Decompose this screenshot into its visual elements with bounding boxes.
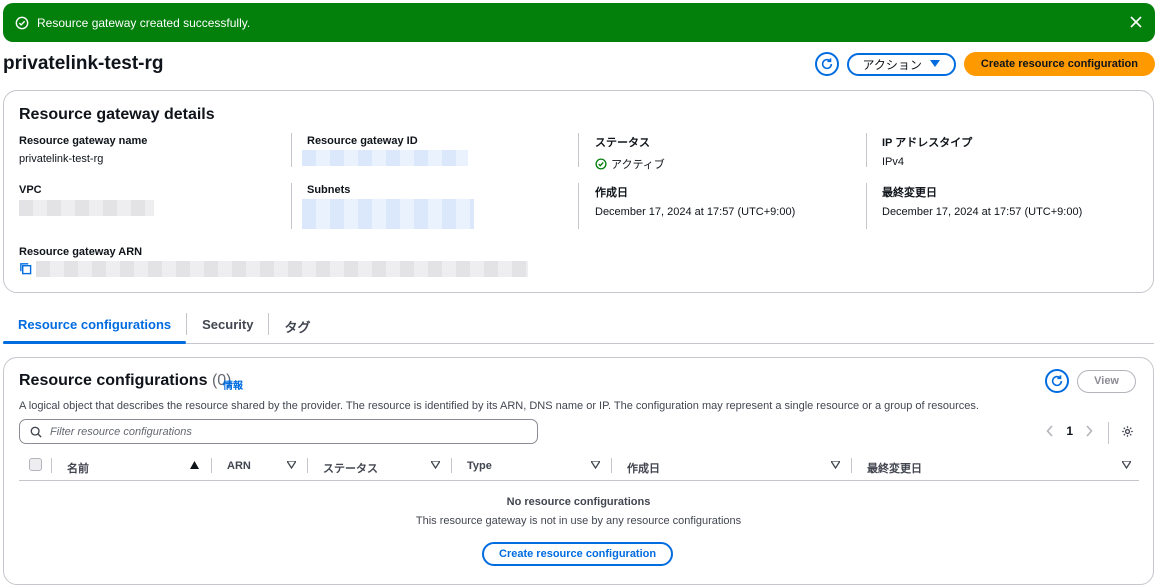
divider bbox=[866, 183, 867, 229]
col-divider bbox=[451, 458, 452, 473]
column-header-name[interactable]: 名前 bbox=[67, 460, 89, 476]
gateway-name-label: Resource gateway name bbox=[19, 135, 148, 147]
column-header-modified[interactable]: 最終変更日 bbox=[867, 460, 922, 476]
redacted-subnets bbox=[302, 199, 474, 229]
gateway-name-value: privatelink-test-rg bbox=[19, 153, 104, 165]
divider bbox=[578, 183, 579, 229]
rc-description: A logical object that describes the reso… bbox=[19, 400, 979, 412]
ip-type-value: IPv4 bbox=[882, 156, 905, 168]
view-button[interactable]: View bbox=[1077, 369, 1136, 393]
tab-resource-configurations[interactable]: Resource configurations bbox=[3, 309, 187, 344]
redacted-arn bbox=[36, 261, 528, 277]
header-actions: アクション Create resource configuration bbox=[814, 52, 1155, 76]
modified-field: 最終変更日 December 17, 2024 at 17:57 (UTC+9:… bbox=[882, 184, 1082, 218]
select-all-checkbox[interactable] bbox=[29, 458, 42, 471]
subnets-label: Subnets bbox=[307, 184, 351, 196]
col-divider bbox=[51, 458, 52, 473]
divider bbox=[866, 133, 867, 167]
sort-down-icon[interactable] bbox=[591, 461, 600, 469]
rc-refresh-button[interactable] bbox=[1045, 369, 1070, 393]
success-check-icon bbox=[595, 158, 607, 170]
column-header-type[interactable]: Type bbox=[467, 460, 492, 472]
col-divider bbox=[307, 458, 308, 473]
empty-create-button[interactable]: Create resource configuration bbox=[482, 542, 674, 566]
success-flashbar: Resource gateway created successfully. bbox=[3, 3, 1155, 42]
chevron-right-icon[interactable] bbox=[1085, 425, 1093, 437]
status-label: ステータス bbox=[595, 137, 650, 149]
tab-tags[interactable]: タグ bbox=[269, 309, 325, 343]
rc-actions: View bbox=[1045, 369, 1136, 393]
sort-down-icon[interactable] bbox=[1122, 461, 1131, 469]
redacted-gateway-id bbox=[302, 150, 468, 166]
empty-state-title: No resource configurations bbox=[506, 496, 651, 508]
sort-down-icon[interactable] bbox=[831, 461, 840, 469]
sort-asc-icon[interactable] bbox=[190, 461, 199, 469]
gateway-id-label: Resource gateway ID bbox=[307, 135, 418, 147]
page-number[interactable]: 1 bbox=[1066, 424, 1073, 438]
column-header-arn[interactable]: ARN bbox=[227, 460, 251, 472]
pagination: 1 bbox=[1046, 424, 1093, 438]
modified-label: 最終変更日 bbox=[882, 187, 937, 199]
created-value: December 17, 2024 at 17:57 (UTC+9:00) bbox=[595, 206, 796, 218]
gateway-name-field: Resource gateway name privatelink-test-r… bbox=[19, 135, 147, 165]
status-value: アクティブ bbox=[595, 156, 665, 172]
col-divider bbox=[611, 458, 612, 473]
sort-down-icon[interactable] bbox=[287, 461, 296, 469]
resource-configurations-panel: Resource configurations (0) 情報 A logical… bbox=[3, 357, 1154, 585]
divider bbox=[578, 133, 579, 167]
actions-label: アクション bbox=[862, 57, 922, 72]
column-header-created[interactable]: 作成日 bbox=[627, 460, 660, 476]
gear-icon[interactable] bbox=[1121, 425, 1134, 438]
details-heading: Resource gateway details bbox=[19, 106, 215, 123]
page-title: privatelink-test-rg bbox=[3, 53, 164, 74]
sort-down-icon[interactable] bbox=[431, 461, 440, 469]
divider bbox=[291, 183, 292, 229]
ip-type-field: IP アドレスタイプ IPv4 bbox=[882, 134, 972, 168]
caret-down-icon bbox=[929, 60, 940, 67]
close-icon[interactable] bbox=[1129, 15, 1143, 29]
ip-type-label: IP アドレスタイプ bbox=[882, 137, 973, 149]
filter-input[interactable] bbox=[50, 425, 530, 438]
info-link[interactable]: 情報 bbox=[223, 377, 243, 392]
col-divider bbox=[851, 458, 852, 473]
filter-box[interactable] bbox=[19, 419, 538, 444]
copy-icon[interactable] bbox=[19, 262, 32, 275]
vpc-label: VPC bbox=[19, 184, 42, 196]
actions-dropdown[interactable]: アクション bbox=[846, 52, 956, 76]
rc-title-text: Resource configurations bbox=[19, 372, 208, 389]
created-field: 作成日 December 17, 2024 at 17:57 (UTC+9:00… bbox=[595, 184, 795, 218]
status-field: ステータス アクティブ bbox=[595, 134, 665, 172]
table-header: 名前 ARN ステータス Type 作成日 最終変更日 bbox=[19, 455, 1139, 481]
tab-bar: Resource configurations Security タグ bbox=[3, 309, 1154, 344]
empty-state-subtitle: This resource gateway is not in use by a… bbox=[415, 515, 742, 527]
redacted-vpc bbox=[19, 200, 154, 216]
created-label: 作成日 bbox=[595, 187, 628, 199]
col-divider bbox=[211, 458, 212, 473]
search-icon bbox=[30, 426, 42, 438]
refresh-icon bbox=[821, 58, 832, 70]
flash-message: Resource gateway created successfully. bbox=[37, 15, 251, 30]
column-header-status[interactable]: ステータス bbox=[323, 460, 378, 476]
tab-security[interactable]: Security bbox=[187, 309, 268, 343]
chevron-left-icon[interactable] bbox=[1046, 425, 1054, 437]
arn-label: Resource gateway ARN bbox=[19, 246, 143, 258]
rc-title: Resource configurations (0) bbox=[19, 372, 232, 390]
success-check-icon bbox=[15, 16, 29, 29]
status-text: アクティブ bbox=[611, 159, 665, 171]
pager-divider bbox=[1108, 422, 1109, 444]
refresh-icon bbox=[1051, 375, 1063, 387]
divider bbox=[291, 133, 292, 167]
refresh-button[interactable] bbox=[814, 52, 839, 76]
create-resource-configuration-button[interactable]: Create resource configuration bbox=[963, 52, 1155, 76]
resource-gateway-details-panel: Resource gateway details Resource gatewa… bbox=[3, 90, 1154, 293]
modified-value: December 17, 2024 at 17:57 (UTC+9:00) bbox=[882, 206, 1083, 218]
